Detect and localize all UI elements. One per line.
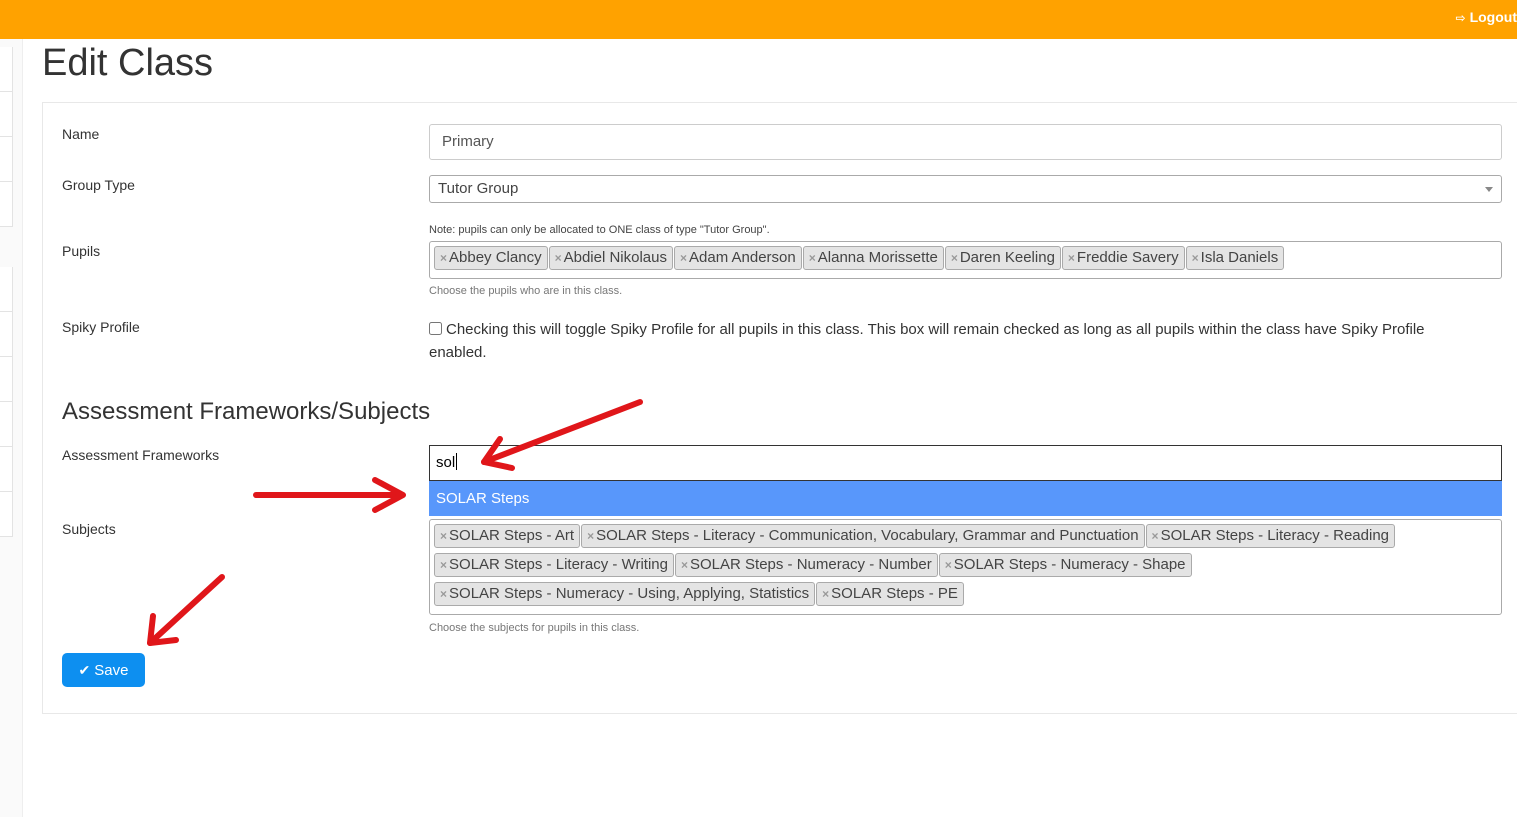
spiky-profile-checkbox[interactable] xyxy=(429,322,442,335)
page-title: Edit Class xyxy=(42,42,214,84)
tag-label: Adam Anderson xyxy=(689,249,796,266)
selected-tag: × SOLAR Steps - Numeracy - Shape xyxy=(938,553,1192,577)
spiky-profile-row: Checking this will toggle Spiky Profile … xyxy=(429,318,1469,364)
selected-tag: × Daren Keeling xyxy=(944,246,1061,270)
selected-tag: × Isla Daniels xyxy=(1185,246,1285,270)
spiky-profile-text: Checking this will toggle Spiky Profile … xyxy=(429,321,1425,361)
sidebar-slot[interactable] xyxy=(0,357,13,402)
tag-label: SOLAR Steps - Numeracy - Number xyxy=(690,556,932,573)
logout-label: Logout xyxy=(1469,9,1517,25)
tag-label: SOLAR Steps - PE xyxy=(831,585,958,602)
remove-tag-icon[interactable]: × xyxy=(945,558,952,572)
remove-tag-icon[interactable]: × xyxy=(1152,529,1159,543)
sidebar-slot[interactable] xyxy=(0,47,13,92)
tag-label: Alanna Morissette xyxy=(817,249,938,266)
remove-tag-icon[interactable]: × xyxy=(951,251,958,265)
remove-tag-icon[interactable]: × xyxy=(1192,251,1199,265)
remove-tag-icon[interactable]: × xyxy=(680,251,687,265)
name-label: Name xyxy=(62,126,100,142)
selected-tag: × Adam Anderson xyxy=(673,246,802,270)
selected-tag: × SOLAR Steps - Numeracy - Number xyxy=(674,553,938,577)
spiky-profile-label: Spiky Profile xyxy=(62,319,140,335)
pupils-help: Choose the pupils who are in this class. xyxy=(429,285,623,297)
remove-tag-icon[interactable]: × xyxy=(440,529,447,543)
sidebar-slot[interactable] xyxy=(0,137,13,182)
group-type-value: Tutor Group xyxy=(438,180,519,197)
tag-label: Freddie Savery xyxy=(1076,249,1179,266)
remove-tag-icon[interactable]: × xyxy=(587,529,594,543)
sidebar-slot[interactable] xyxy=(0,402,13,447)
selected-tag: × SOLAR Steps - PE xyxy=(816,582,964,606)
assessment-frameworks-search-input[interactable]: sol xyxy=(429,445,1502,481)
text-cursor xyxy=(456,453,458,470)
sidebar-slot[interactable] xyxy=(0,447,13,492)
pupils-label: Pupils xyxy=(62,243,101,259)
subjects-help: Choose the subjects for pupils in this c… xyxy=(429,622,640,634)
group-type-select[interactable]: Tutor Group xyxy=(429,175,1502,203)
remove-tag-icon[interactable]: × xyxy=(440,587,447,601)
top-bar: ⇨ Logout xyxy=(0,0,1517,39)
pupils-note: Note: pupils can only be allocated to ON… xyxy=(429,224,770,236)
sidebar xyxy=(0,39,23,817)
sign-out-icon: ⇨ xyxy=(1455,11,1466,25)
sidebar-slot[interactable] xyxy=(0,92,13,137)
tag-label: SOLAR Steps - Numeracy - Using, Applying… xyxy=(449,585,810,602)
selected-tag: × SOLAR Steps - Literacy - Reading xyxy=(1145,524,1395,548)
selected-tag: × SOLAR Steps - Literacy - Writing xyxy=(434,553,674,577)
pupils-multiselect[interactable]: × Abbey Clancy × Abdiel Nikolaus × Adam Ander… xyxy=(429,241,1502,279)
tag-label: SOLAR Steps - Literacy - Communication, … xyxy=(596,527,1139,544)
tag-label: Abbey Clancy xyxy=(449,249,542,266)
tag-label: SOLAR Steps - Art xyxy=(449,527,575,544)
remove-tag-icon[interactable]: × xyxy=(555,251,562,265)
selected-tag: × SOLAR Steps - Numeracy - Using, Applyin… xyxy=(434,582,816,606)
selected-tag: × Abbey Clancy xyxy=(434,246,548,270)
sidebar-slot[interactable] xyxy=(0,312,13,357)
remove-tag-icon[interactable]: × xyxy=(440,251,447,265)
sidebar-slot[interactable] xyxy=(0,267,13,312)
selected-tag: × Freddie Savery xyxy=(1061,246,1185,270)
chevron-down-icon xyxy=(1485,187,1493,192)
remove-tag-icon[interactable]: × xyxy=(822,587,829,601)
group-type-label: Group Type xyxy=(62,177,135,193)
selected-tag: × SOLAR Steps - Literacy - Communication,… xyxy=(581,524,1145,548)
save-label: Save xyxy=(94,662,129,679)
remove-tag-icon[interactable]: × xyxy=(440,558,447,572)
remove-tag-icon[interactable]: × xyxy=(681,558,688,572)
save-button[interactable]: ✔ Save xyxy=(62,653,145,687)
selected-tag: × Abdiel Nikolaus xyxy=(548,246,673,270)
name-input[interactable]: Primary xyxy=(429,124,1502,160)
subjects-label: Subjects xyxy=(62,521,116,537)
section-title: Assessment Frameworks/Subjects xyxy=(62,398,431,425)
selected-tag: × Alanna Morissette xyxy=(802,246,944,270)
sidebar-slot[interactable] xyxy=(0,492,13,537)
dropdown-option-solar-steps[interactable]: SOLAR Steps xyxy=(429,481,1502,516)
tag-label: Abdiel Nikolaus xyxy=(563,249,667,266)
sidebar-slot[interactable] xyxy=(0,182,13,227)
tag-label: SOLAR Steps - Literacy - Writing xyxy=(449,556,668,573)
subjects-multiselect[interactable]: × SOLAR Steps - Art × SOLAR Steps - Literac… xyxy=(429,519,1502,615)
tag-label: Isla Daniels xyxy=(1200,249,1279,266)
tag-label: SOLAR Steps - Numeracy - Shape xyxy=(953,556,1186,573)
assessment-frameworks-label: Assessment Frameworks xyxy=(62,447,220,463)
search-value: sol xyxy=(436,454,456,471)
tag-label: Daren Keeling xyxy=(959,249,1055,266)
remove-tag-icon[interactable]: × xyxy=(1068,251,1075,265)
check-icon: ✔ xyxy=(78,662,91,678)
logout-link[interactable]: ⇨ Logout xyxy=(1456,9,1517,25)
remove-tag-icon[interactable]: × xyxy=(809,251,816,265)
selected-tag: × SOLAR Steps - Art xyxy=(434,524,581,548)
tag-label: SOLAR Steps - Literacy - Reading xyxy=(1160,527,1389,544)
